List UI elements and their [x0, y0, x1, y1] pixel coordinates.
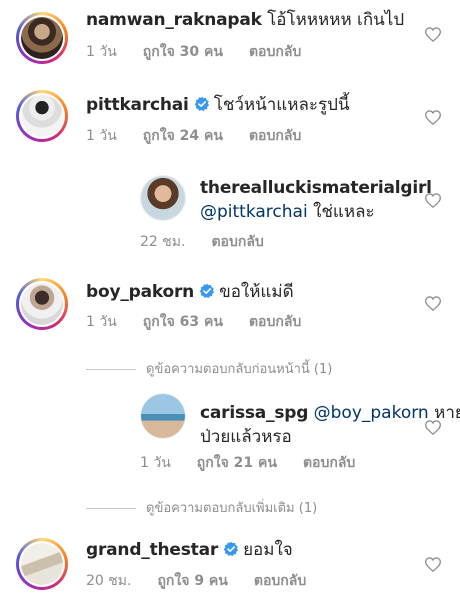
- comment-text: ใช่แหละ: [313, 202, 375, 222]
- reply-button[interactable]: ตอบกลับ: [249, 128, 301, 144]
- heart-outline-icon[interactable]: [425, 296, 441, 311]
- comment-text: ขอให้แม่ดี: [219, 282, 294, 302]
- heart-outline-icon[interactable]: [425, 420, 441, 435]
- view-previous-replies-label: ดูข้อความตอบกลับก่อนหน้านี้ (1): [146, 362, 333, 377]
- comment-username[interactable]: boy_pakorn: [86, 282, 194, 302]
- comment-likes[interactable]: ถูกใจ 9 คน: [157, 573, 227, 589]
- view-previous-replies-button[interactable]: ดูข้อความตอบกลับก่อนหน้านี้ (1): [86, 358, 332, 379]
- comment-meta: 22 ชม. ตอบกลับ: [140, 231, 290, 253]
- reply-button[interactable]: ตอบกลับ: [249, 44, 301, 60]
- comment-text: ยอมใจ: [243, 540, 293, 560]
- verified-badge-icon: [199, 283, 215, 299]
- reply-button[interactable]: ตอบกลับ: [249, 314, 301, 330]
- comment-time: 1 วัน: [86, 314, 117, 330]
- comment-username[interactable]: grand_thestar: [86, 540, 218, 560]
- comment-likes[interactable]: ถูกใจ 63 คน: [143, 314, 223, 330]
- reply-button[interactable]: ตอบกลับ: [254, 573, 306, 589]
- comment-time: 22 ชม.: [140, 234, 186, 250]
- view-more-replies-button[interactable]: ดูข้อความตอบกลับเพิ่มเติม (1): [86, 497, 317, 518]
- comment-likes[interactable]: ถูกใจ 30 คน: [143, 44, 223, 60]
- verified-badge-icon: [194, 96, 209, 112]
- comment-username[interactable]: carissa_spg: [200, 403, 308, 423]
- comment-meta: 1 วัน ถูกใจ 24 คน ตอบกลับ: [86, 125, 327, 147]
- avatar[interactable]: [16, 12, 68, 64]
- view-more-replies-label: ดูข้อความตอบกลับเพิ่มเติม (1): [146, 501, 318, 516]
- heart-outline-icon[interactable]: [425, 110, 441, 125]
- heart-outline-icon[interactable]: [425, 193, 441, 208]
- comment-meta: 1 วัน ถูกใจ 21 คน ตอบกลับ: [140, 452, 381, 474]
- comment-username[interactable]: pittkarchai: [86, 95, 189, 115]
- verified-badge-icon: [223, 541, 239, 557]
- comment-meta: 1 วัน ถูกใจ 30 คน ตอบกลับ: [86, 41, 327, 63]
- avatar[interactable]: [16, 538, 68, 590]
- avatar[interactable]: [140, 175, 186, 221]
- comment-meta: 1 วัน ถูกใจ 63 คน ตอบกลับ: [86, 311, 327, 333]
- comment-time: 1 วัน: [86, 44, 117, 60]
- comment-time: 1 วัน: [86, 128, 117, 144]
- comment-text: โอ้โหหหหห เกินไป: [267, 10, 405, 30]
- comment-time: 20 ชม.: [86, 573, 132, 589]
- comment-likes[interactable]: ถูกใจ 21 คน: [197, 455, 277, 471]
- comment-text-continued: ป่วยแล้วหรอ: [200, 427, 292, 447]
- reply-button[interactable]: ตอบกลับ: [303, 455, 355, 471]
- reply-button[interactable]: ตอบกลับ: [211, 234, 263, 250]
- heart-outline-icon[interactable]: [425, 27, 441, 42]
- comment-time: 1 วัน: [140, 455, 171, 471]
- heart-outline-icon[interactable]: [425, 557, 441, 572]
- avatar[interactable]: [16, 90, 68, 142]
- comment-username[interactable]: therealluckismaterialgirl: [200, 178, 432, 198]
- comment-mention[interactable]: @pittkarchai: [200, 202, 308, 222]
- comment-username[interactable]: namwan_raknapak: [86, 10, 262, 30]
- divider: [86, 508, 136, 509]
- comment-meta: 20 ชม. ถูกใจ 9 คน ตอบกลับ: [86, 570, 332, 592]
- avatar[interactable]: [140, 393, 186, 439]
- comment-mention[interactable]: @boy_pakorn: [314, 403, 429, 423]
- comment-likes[interactable]: ถูกใจ 24 คน: [143, 128, 223, 144]
- avatar[interactable]: [16, 278, 68, 330]
- divider: [86, 369, 136, 370]
- comment-text: โชว์หน้าแหละรูปนี้: [213, 95, 350, 115]
